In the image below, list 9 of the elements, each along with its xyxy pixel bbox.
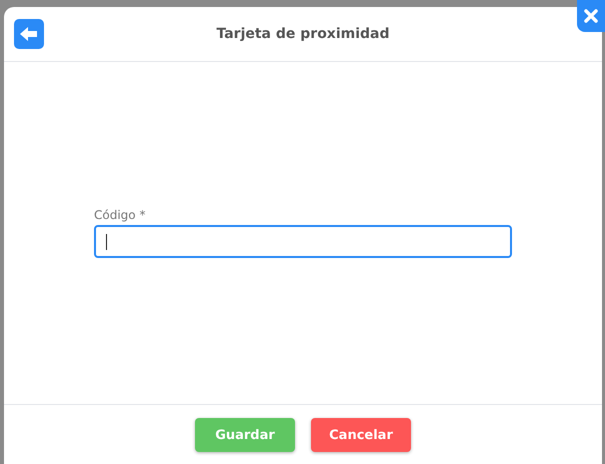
cancel-button[interactable]: Cancelar xyxy=(311,418,411,452)
back-arrow-icon xyxy=(19,26,39,42)
close-icon xyxy=(584,9,598,23)
close-button[interactable] xyxy=(577,0,605,32)
field-label: Código * xyxy=(94,208,146,222)
save-button[interactable]: Guardar xyxy=(195,418,295,452)
dialog-title: Tarjeta de proximidad xyxy=(215,26,391,42)
code-input-field[interactable] xyxy=(94,225,512,258)
back-button[interactable] xyxy=(14,19,44,49)
